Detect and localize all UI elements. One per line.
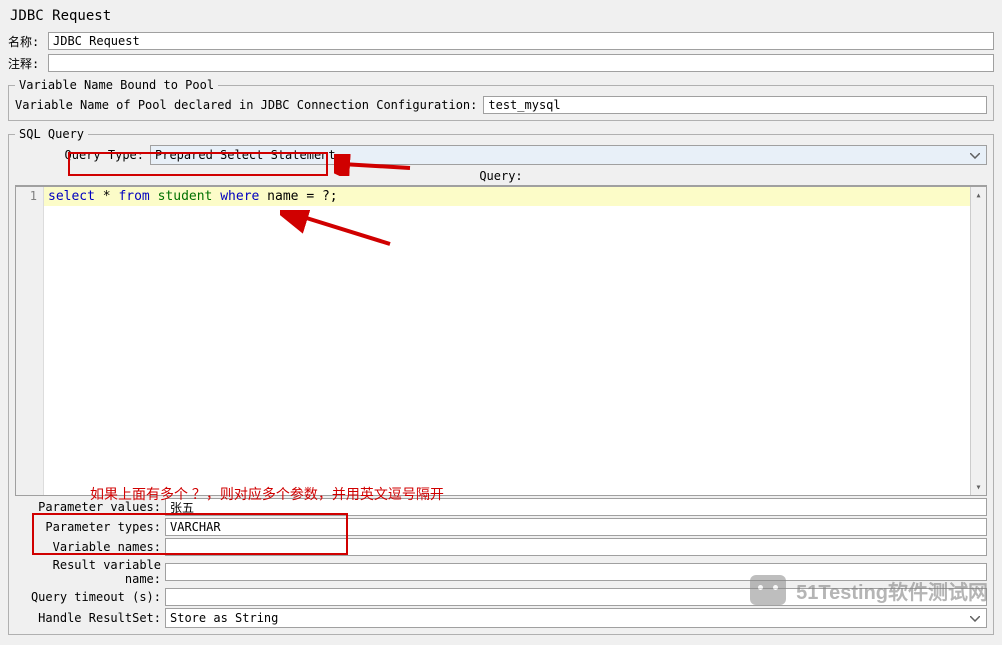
editor-content[interactable]: select * from student where name = ?; (44, 187, 970, 495)
comment-row: 注释: (8, 54, 994, 72)
variable-names-label: Variable names: (15, 540, 165, 554)
jdbc-request-panel: JDBC Request 名称: 注释: Variable Name Bound… (0, 0, 1002, 645)
query-header: Query: (15, 167, 987, 186)
watermark-text: 51Testing软件测试网 (796, 576, 988, 605)
result-var-label: Result variable name: (15, 558, 165, 586)
annotation-hint: 如果上面有多个 ？，则对应多个参数，并用英文逗号隔开 (90, 484, 444, 504)
param-types-label: Parameter types: (15, 520, 165, 534)
query-type-value: Prepared Select Statement (155, 148, 336, 162)
line-number: 1 (16, 189, 37, 203)
comment-label: 注释: (8, 55, 48, 72)
page-title: JDBC Request (8, 4, 994, 32)
pool-fieldset: Variable Name Bound to Pool Variable Nam… (8, 78, 994, 121)
query-type-label: Query Type: (15, 148, 150, 162)
variable-names-row: Variable names: (15, 538, 987, 556)
query-timeout-label: Query timeout (s): (15, 590, 165, 604)
pool-legend: Variable Name Bound to Pool (15, 78, 218, 92)
pool-label: Variable Name of Pool declared in JDBC C… (15, 98, 483, 112)
query-type-select[interactable]: Prepared Select Statement (150, 145, 987, 165)
pool-input[interactable] (483, 96, 987, 114)
chevron-down-icon (970, 611, 980, 625)
scroll-up-icon[interactable]: ▴ (971, 187, 986, 203)
name-row: 名称: (8, 32, 994, 50)
watermark: 51Testing软件测试网 (750, 575, 988, 605)
param-types-input[interactable] (165, 518, 987, 536)
sql-legend: SQL Query (15, 127, 88, 141)
chevron-down-icon (970, 148, 980, 162)
vertical-scrollbar[interactable]: ▴ ▾ (970, 187, 986, 495)
scroll-down-icon[interactable]: ▾ (971, 479, 986, 495)
name-label: 名称: (8, 33, 48, 50)
handle-resultset-value: Store as String (170, 611, 278, 625)
sql-editor[interactable]: 1 select * from student where name = ?; … (15, 186, 987, 496)
sql-fieldset: SQL Query Query Type: Prepared Select St… (8, 127, 994, 635)
comment-input[interactable] (48, 54, 994, 72)
query-type-row: Query Type: Prepared Select Statement (15, 145, 987, 165)
editor-gutter: 1 (16, 187, 44, 495)
sql-line-1: select * from student where name = ?; (44, 187, 970, 206)
handle-resultset-label: Handle ResultSet: (15, 611, 165, 625)
wechat-icon (750, 575, 786, 605)
handle-resultset-row: Handle ResultSet: Store as String (15, 608, 987, 628)
param-types-row: Parameter types: (15, 518, 987, 536)
variable-names-input[interactable] (165, 538, 987, 556)
handle-resultset-select[interactable]: Store as String (165, 608, 987, 628)
name-input[interactable] (48, 32, 994, 50)
